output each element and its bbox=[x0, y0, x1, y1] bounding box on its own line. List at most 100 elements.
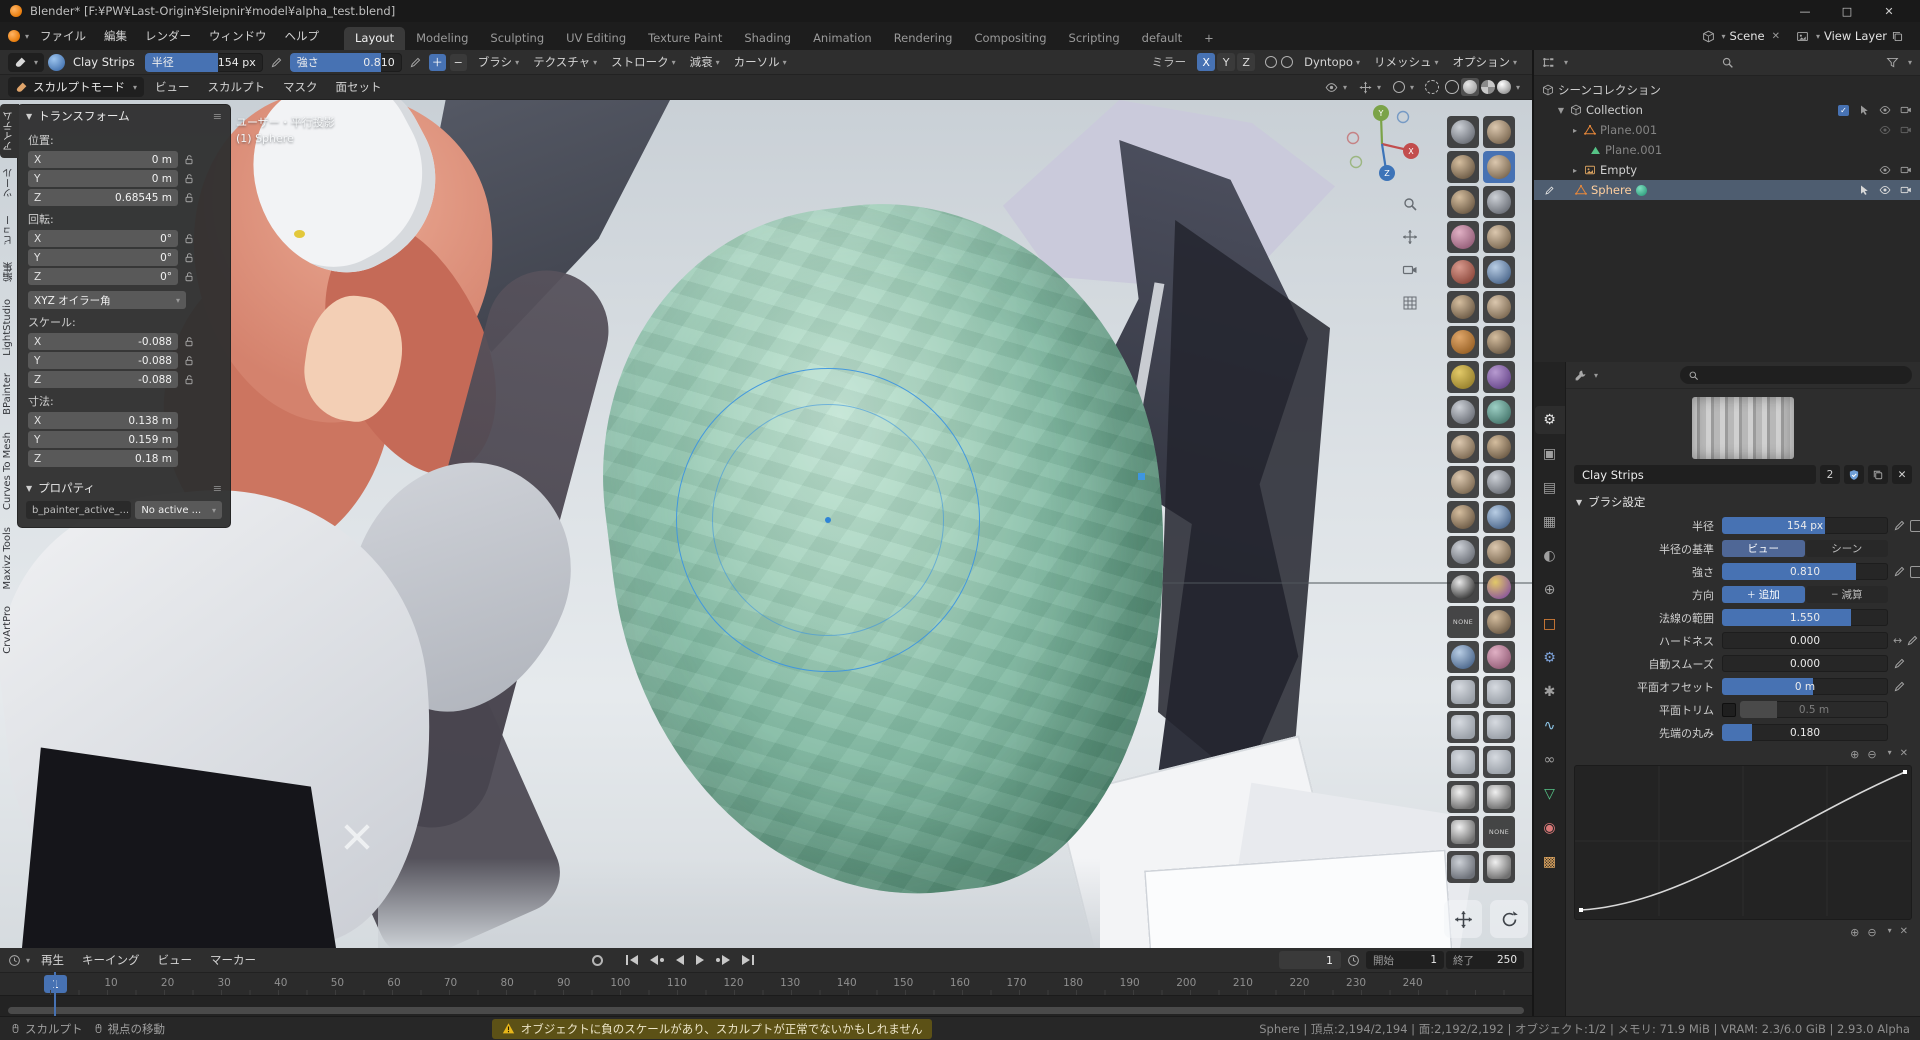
curve-zoom-out-icon[interactable]: ⊖ bbox=[1867, 748, 1876, 761]
jump-to-end-button[interactable] bbox=[737, 952, 759, 968]
brush-tool-button[interactable] bbox=[1483, 536, 1515, 568]
brush-tool-button[interactable] bbox=[1447, 431, 1479, 463]
rotation-mode-dropdown[interactable]: XYZ オイラー角 ▾ bbox=[28, 291, 186, 309]
properties-tab[interactable]: ▦ bbox=[1535, 508, 1565, 536]
jump-to-start-button[interactable] bbox=[621, 952, 643, 968]
frame-start-field[interactable]: 開始 1 bbox=[1366, 951, 1444, 969]
curve-delete-icon[interactable]: ✕ bbox=[1900, 748, 1908, 761]
scale-field[interactable]: X -0.088 bbox=[28, 333, 178, 350]
transform-panel-header[interactable]: ▼ トランスフォーム ≡ bbox=[18, 105, 230, 127]
pressure-icon[interactable] bbox=[1893, 565, 1906, 578]
hide-viewport-icon[interactable] bbox=[1879, 184, 1891, 196]
tool-popover[interactable]: ブラシ ▾ bbox=[471, 54, 526, 70]
lock-icon[interactable] bbox=[183, 173, 195, 185]
properties-search-input[interactable] bbox=[1680, 366, 1912, 384]
workspace-tab[interactable]: Scripting bbox=[1058, 27, 1131, 50]
brush-tool-button[interactable] bbox=[1447, 151, 1479, 183]
play-reverse-button[interactable] bbox=[671, 952, 689, 968]
properties-tab[interactable]: ▩ bbox=[1535, 848, 1565, 876]
workspace-tab[interactable]: Animation bbox=[802, 27, 883, 50]
brush-tool-button[interactable] bbox=[1447, 676, 1479, 708]
brush-tool-button[interactable] bbox=[1447, 711, 1479, 743]
timeline-menu[interactable]: マーカー bbox=[201, 952, 265, 968]
dimension-field[interactable]: Z 0.18 m bbox=[28, 450, 178, 467]
timeline-menu[interactable]: キーイング bbox=[73, 952, 149, 968]
panel-grip-icon[interactable]: ≡ bbox=[213, 482, 222, 495]
brush-tool-button[interactable] bbox=[1483, 186, 1515, 218]
lock-icon[interactable] bbox=[183, 271, 195, 283]
curve-zoom-in-icon[interactable]: ⊕ bbox=[1850, 748, 1859, 761]
radius-unit-option[interactable]: シーン bbox=[1805, 540, 1888, 557]
properties-tab[interactable]: □ bbox=[1535, 610, 1565, 638]
sidebar-tab[interactable]: Curves To Mesh bbox=[0, 425, 19, 517]
location-field[interactable]: Z 0.68545 m bbox=[28, 189, 178, 206]
brush-tool-button[interactable] bbox=[1483, 711, 1515, 743]
brush-tool-button[interactable] bbox=[1483, 221, 1515, 253]
direction-subtract-button[interactable]: − 減算 bbox=[1805, 586, 1888, 603]
maximize-button[interactable]: □ bbox=[1826, 0, 1868, 22]
workspace-tab[interactable]: Sculpting bbox=[479, 27, 555, 50]
brush-tool-button[interactable] bbox=[1447, 221, 1479, 253]
gizmos-dropdown[interactable]: ▾ bbox=[1354, 81, 1386, 94]
brush-tool-button[interactable] bbox=[1447, 851, 1479, 883]
brush-tool-button[interactable] bbox=[1447, 396, 1479, 428]
workspace-tab[interactable]: Layout bbox=[344, 27, 406, 50]
menu-item[interactable]: ファイル bbox=[31, 22, 95, 50]
outliner-search-icon[interactable] bbox=[1721, 56, 1734, 69]
brush-tool-button[interactable]: NONE bbox=[1447, 606, 1479, 638]
viewport-menu[interactable]: スカルプト bbox=[199, 79, 275, 95]
custom-property-name-field[interactable]: b_painter_active_... bbox=[26, 501, 132, 519]
mirror-axis-toggle[interactable]: X bbox=[1197, 53, 1216, 71]
unified-icon[interactable] bbox=[1910, 519, 1920, 532]
workspace-tab[interactable]: Modeling bbox=[405, 27, 479, 50]
curve-zoom-out-icon[interactable]: ⊖ bbox=[1867, 926, 1876, 939]
brush-tool-button[interactable] bbox=[1483, 291, 1515, 323]
strength-slider[interactable]: 0.810 bbox=[1722, 563, 1888, 580]
move-gizmo-button[interactable] bbox=[1444, 900, 1482, 938]
brush-tool-button[interactable] bbox=[1483, 116, 1515, 148]
properties-tab[interactable]: ∿ bbox=[1535, 712, 1565, 740]
timeline-menu[interactable]: 再生 bbox=[32, 952, 73, 968]
timeline-scrollbar[interactable] bbox=[8, 1007, 1524, 1014]
rotation-field[interactable]: X 0° bbox=[28, 230, 178, 247]
direction-add-button[interactable]: ＋追加 bbox=[1722, 586, 1805, 603]
disable-render-icon[interactable] bbox=[1900, 164, 1912, 176]
outliner-row-sphere[interactable]: Sphere bbox=[1534, 180, 1920, 200]
xray-toggle-icon[interactable] bbox=[1424, 80, 1439, 94]
navigation-gizmo[interactable]: Y X Z bbox=[1340, 100, 1424, 184]
subtract-direction-button[interactable]: − bbox=[449, 53, 467, 71]
viewport-menu[interactable]: マスク bbox=[274, 79, 327, 95]
brush-preview-icon[interactable] bbox=[48, 53, 66, 71]
menu-item[interactable]: レンダー bbox=[136, 22, 200, 50]
brush-tool-button[interactable] bbox=[1447, 501, 1479, 533]
brush-tool-button[interactable] bbox=[1483, 501, 1515, 533]
timeline-editor-type-icon[interactable] bbox=[8, 954, 21, 967]
menu-item[interactable]: ヘルプ bbox=[276, 22, 329, 50]
tool-popover[interactable]: 減衰 ▾ bbox=[683, 54, 727, 70]
view-layer-selector[interactable]: ▾ View Layer bbox=[1790, 26, 1910, 46]
disable-render-icon[interactable] bbox=[1900, 124, 1912, 136]
normal-radius-slider[interactable]: 1.550 bbox=[1722, 609, 1888, 626]
curve-options-icon[interactable]: ▾ bbox=[1888, 926, 1892, 939]
close-button[interactable]: ✕ bbox=[1868, 0, 1910, 22]
rotation-field[interactable]: Z 0° bbox=[28, 268, 178, 285]
brush-tool-button[interactable] bbox=[1447, 256, 1479, 288]
viewport-camera-icon[interactable] bbox=[1402, 262, 1418, 278]
dimension-field[interactable]: X 0.138 m bbox=[28, 412, 178, 429]
properties-tab[interactable]: ✱ bbox=[1535, 678, 1565, 706]
outliner-row-scene-collection[interactable]: シーンコレクション bbox=[1534, 80, 1920, 100]
playhead-line[interactable] bbox=[54, 972, 56, 1016]
viewport-menu[interactable]: ビュー bbox=[146, 79, 199, 95]
brush-tool-button[interactable] bbox=[1447, 326, 1479, 358]
sidebar-tab[interactable]: BPainter bbox=[0, 366, 19, 422]
preview-range-icon[interactable] bbox=[1347, 954, 1360, 967]
collection-include-checkbox[interactable]: ✓ bbox=[1838, 104, 1849, 116]
workspace-tab[interactable]: Compositing bbox=[963, 27, 1057, 50]
unified-icon[interactable] bbox=[1910, 565, 1920, 578]
strength-pressure-icon[interactable] bbox=[406, 53, 425, 72]
brush-tool-button[interactable] bbox=[1447, 116, 1479, 148]
brush-tool-button[interactable] bbox=[1483, 396, 1515, 428]
lock-icon[interactable] bbox=[183, 374, 195, 386]
lock-icon[interactable] bbox=[183, 252, 195, 264]
autosmooth-slider[interactable]: 0.000 bbox=[1722, 655, 1888, 672]
